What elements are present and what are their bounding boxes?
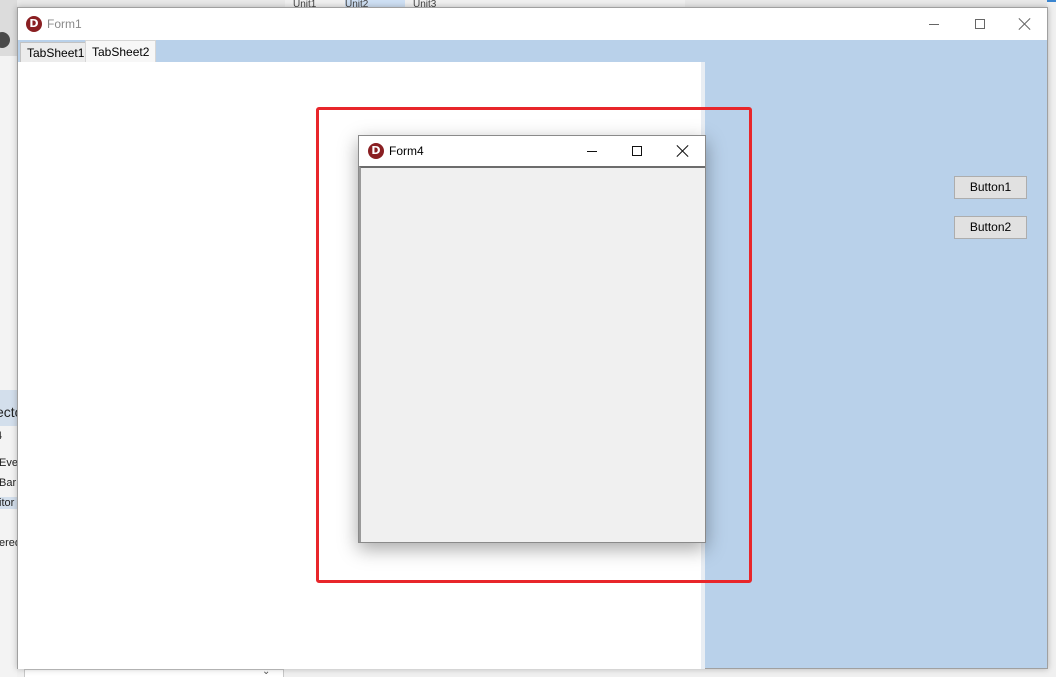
form4-minimize-button[interactable] <box>569 136 614 166</box>
form4-window: D Form4 <box>358 135 706 543</box>
ide-panel-title-fragment: ecto <box>0 404 17 420</box>
minimize-icon <box>586 150 597 152</box>
form1-titlebar[interactable]: D Form1 <box>18 8 1047 40</box>
minimize-button[interactable] <box>911 8 957 40</box>
form4-title: Form4 <box>389 144 424 158</box>
close-icon <box>1019 18 1031 30</box>
close-icon <box>677 145 689 157</box>
form4-titlebar[interactable]: D Form4 <box>359 136 705 166</box>
form4-client-area[interactable] <box>359 166 705 542</box>
form4-close-button[interactable] <box>660 136 705 166</box>
maximize-icon <box>631 146 642 156</box>
maximize-icon <box>975 19 985 29</box>
ide-list-fragment: ered <box>0 537 17 549</box>
ide-list-fragment: 4 <box>0 430 17 442</box>
page-control-tabs: TabSheet1 TabSheet2 <box>18 40 1047 62</box>
delphi-app-icon: D <box>26 16 42 32</box>
ide-left-panel: ecto 4 Eve Bar itor ered <box>0 0 17 677</box>
ide-right-edge <box>1047 0 1056 677</box>
form1-title: Form1 <box>47 17 82 31</box>
ide-list-fragment[interactable]: Bar <box>0 477 17 489</box>
button2[interactable]: Button2 <box>954 216 1027 239</box>
form4-maximize-button[interactable] <box>614 136 659 166</box>
tab-tabsheet2[interactable]: TabSheet2 <box>85 40 157 62</box>
minimize-icon <box>929 23 939 25</box>
delphi-app-icon: D <box>368 143 384 159</box>
tab-tabsheet1[interactable]: TabSheet1 <box>20 42 92 62</box>
ide-bottom-dropdown[interactable] <box>24 669 284 677</box>
ide-list-fragment[interactable]: Eve <box>0 457 17 469</box>
maximize-button[interactable] <box>957 8 1003 40</box>
ide-right-accent <box>1047 0 1056 2</box>
button1[interactable]: Button1 <box>954 176 1027 199</box>
close-button[interactable] <box>1002 8 1048 40</box>
ide-list-fragment-selected[interactable]: itor <box>0 497 17 509</box>
